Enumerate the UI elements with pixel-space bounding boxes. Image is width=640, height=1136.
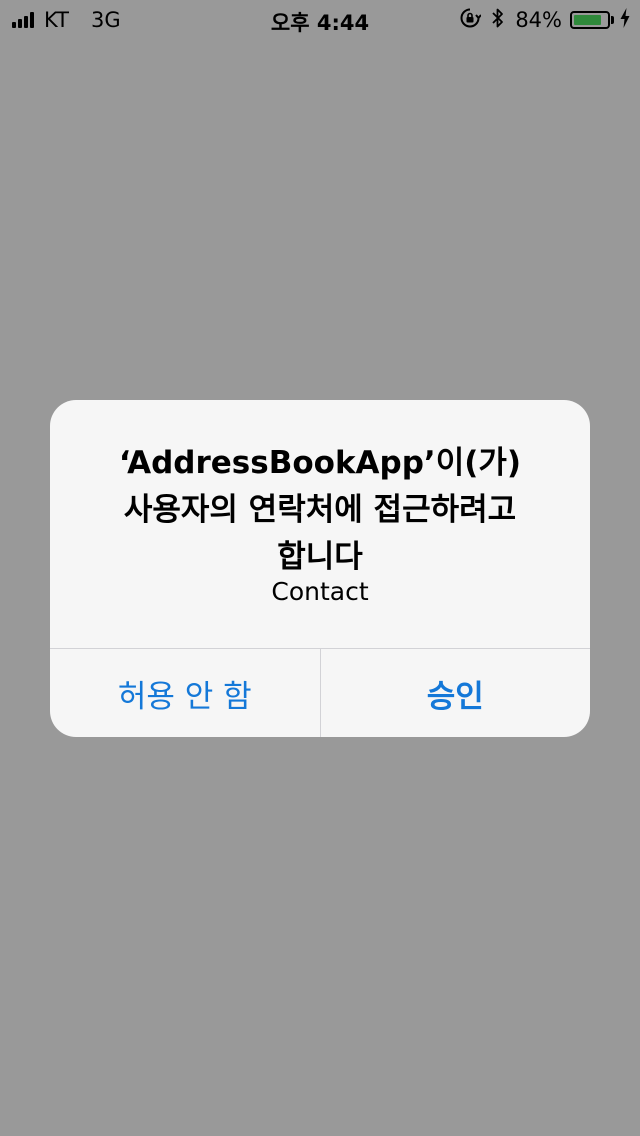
alert-title-line: ‘AddressBookApp’이(가) (118, 445, 522, 481)
permission-alert: ‘AddressBookApp’이(가) 사용자의 연락처에 접근하려고 합니다… (50, 400, 590, 737)
deny-button[interactable]: 허용 안 함 (50, 649, 320, 737)
status-right: 84% (459, 6, 630, 34)
rotation-lock-icon (459, 7, 483, 34)
battery-icon (570, 11, 614, 29)
alert-message: Contact (271, 577, 369, 606)
charging-icon (620, 7, 630, 33)
battery-fill (574, 15, 601, 25)
bluetooth-icon (491, 7, 505, 34)
alert-title-line: 사용자의 연락처에 접근하려고 (123, 492, 517, 528)
allow-button[interactable]: 승인 (319, 649, 591, 737)
screen: KT 3G 오후 4:44 84% ‘AddressBookApp’이(가) 사… (0, 0, 640, 1136)
status-bar: KT 3G 오후 4:44 84% (0, 0, 640, 40)
alert-actions: 허용 안 함 승인 (50, 648, 590, 737)
alert-title: ‘AddressBookApp’이(가) 사용자의 연락처에 접근하려고 합니다 (70, 440, 570, 581)
battery-percent: 84% (515, 8, 562, 32)
alert-body: ‘AddressBookApp’이(가) 사용자의 연락처에 접근하려고 합니다… (50, 400, 590, 648)
